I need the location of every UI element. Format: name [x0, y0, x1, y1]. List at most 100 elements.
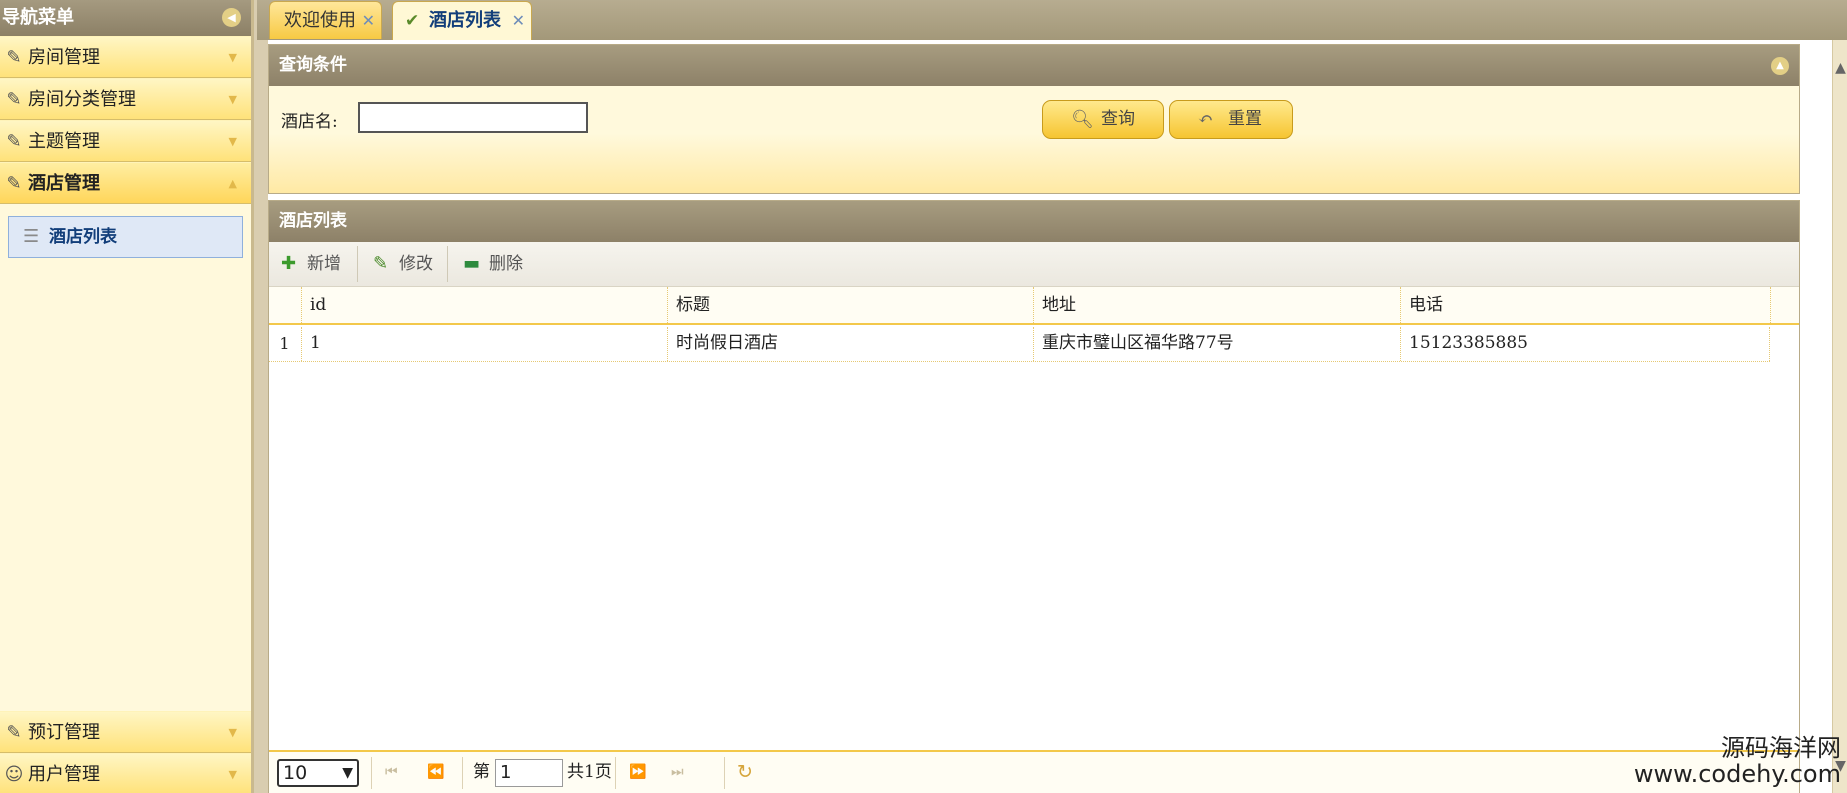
- pager-divider: [371, 757, 372, 789]
- sidebar-title-text: 导航菜单: [2, 7, 74, 28]
- query-panel-title: 查询条件: [279, 55, 347, 75]
- sidebar-group-theme[interactable]: ✎ 主题管理 ▼: [0, 120, 251, 162]
- rownum-header: [269, 287, 301, 323]
- chevron-down-icon[interactable]: ▼: [229, 754, 237, 793]
- undo-icon: ↶: [1198, 109, 1214, 130]
- collapse-left-icon[interactable]: ◀: [222, 8, 241, 27]
- search-button-label: 查询: [1101, 109, 1135, 129]
- tool-icon: ✎: [6, 173, 22, 194]
- sidebar-group-label: 主题管理: [28, 131, 100, 152]
- list-toolbar: ✚ 新增 ✎ 修改 ▬ 删除: [269, 242, 1799, 287]
- scroll-up-icon[interactable]: ▲: [1833, 60, 1847, 76]
- sidebar-bottom-groups: ✎ 预订管理 ▼ ☺ 用户管理 ▼: [0, 711, 251, 793]
- chevron-down-icon[interactable]: ▼: [229, 79, 237, 121]
- cell-title: 时尚假日酒店: [667, 327, 1033, 361]
- sidebar-group-hotel-body: ☰ 酒店列表: [0, 204, 251, 700]
- tab-bar: 欢迎使用 ✕ ✔ 酒店列表 ✕: [257, 0, 1847, 41]
- toolbar-divider: [357, 246, 358, 282]
- main-area: 欢迎使用 ✕ ✔ 酒店列表 ✕ 查询条件 ▲ 酒店名: 🔍︎ 查询 ↶ 重置 酒…: [257, 0, 1847, 793]
- toolbar-divider: [447, 246, 448, 282]
- edit-button[interactable]: ✎ 修改: [369, 242, 433, 286]
- query-panel: 查询条件 ▲ 酒店名: 🔍︎ 查询 ↶ 重置: [268, 44, 1800, 194]
- pagination-bar: 10 ▼ ⏮ ⏪ 第 1 共1页 ⏩ ⏭ ↻: [269, 750, 1799, 793]
- page-prefix: 第: [473, 762, 490, 782]
- cell-phone: 15123385885: [1400, 327, 1770, 361]
- tool-icon: ✎: [6, 131, 22, 152]
- delete-button-label: 删除: [489, 254, 523, 274]
- sidebar-group-label: 房间管理: [28, 47, 100, 68]
- chevron-down-icon: ▼: [342, 765, 353, 781]
- chevron-up-icon[interactable]: ▲: [229, 163, 237, 205]
- last-page-icon[interactable]: ⏭: [671, 752, 684, 793]
- pager-divider: [724, 757, 725, 789]
- sidebar-group-booking[interactable]: ✎ 预订管理 ▼: [0, 711, 251, 753]
- tab-content: 查询条件 ▲ 酒店名: 🔍︎ 查询 ↶ 重置 酒店列表 ✚ 新增 ✎ 修改 ▬ …: [268, 40, 1832, 793]
- page-number-input[interactable]: 1: [495, 759, 563, 787]
- sidebar-item-hotel-list[interactable]: ☰ 酒店列表: [8, 216, 243, 258]
- sidebar-group-room-category[interactable]: ✎ 房间分类管理 ▼: [0, 78, 251, 120]
- pager-divider: [615, 757, 616, 789]
- list-panel-title: 酒店列表: [279, 211, 347, 231]
- add-button-label: 新增: [307, 254, 341, 274]
- watermark-text: 源码海洋网: [1721, 734, 1841, 762]
- sidebar-group-hotel[interactable]: ✎ 酒店管理 ▲: [0, 162, 251, 204]
- hotel-name-label: 酒店名:: [281, 112, 338, 132]
- vertical-scrollbar[interactable]: ▲ ▼: [1832, 40, 1847, 793]
- refresh-icon[interactable]: ↻: [737, 752, 753, 793]
- sidebar-group-label: 用户管理: [28, 764, 100, 785]
- tool-icon: ✎: [6, 89, 22, 110]
- add-button[interactable]: ✚ 新增: [277, 242, 341, 286]
- page-size-value: 10: [283, 762, 308, 784]
- prev-page-icon[interactable]: ⏪: [427, 752, 444, 793]
- close-icon[interactable]: ✕: [512, 2, 525, 40]
- sidebar-group-label: 房间分类管理: [28, 89, 136, 110]
- hotel-name-input[interactable]: [358, 102, 588, 133]
- column-header-title[interactable]: 标题: [667, 287, 1033, 323]
- column-header-id[interactable]: id: [301, 287, 667, 323]
- pager-divider: [462, 757, 463, 789]
- pencil-icon: ✎: [373, 253, 389, 274]
- sidebar-group-room[interactable]: ✎ 房间管理 ▼: [0, 36, 251, 78]
- tab-label: 酒店列表: [429, 10, 501, 31]
- query-panel-header: 查询条件 ▲: [269, 45, 1799, 86]
- list-panel-header: 酒店列表: [269, 201, 1799, 242]
- database-icon: ☰: [23, 226, 40, 247]
- collapse-up-icon[interactable]: ▲: [1771, 57, 1789, 75]
- next-page-icon[interactable]: ⏩: [629, 752, 646, 793]
- tab-welcome[interactable]: 欢迎使用 ✕: [269, 1, 382, 39]
- column-header-filler: [1770, 287, 1799, 323]
- page-size-select[interactable]: 10 ▼: [277, 759, 359, 787]
- tab-hotel-list[interactable]: ✔ 酒店列表 ✕: [392, 1, 532, 41]
- sidebar-group-label: 酒店管理: [28, 173, 100, 194]
- chevron-down-icon[interactable]: ▼: [229, 37, 237, 79]
- row-number: 1: [279, 334, 290, 353]
- chevron-down-icon[interactable]: ▼: [229, 712, 237, 754]
- watermark: 源码海洋网 www.codehy.com: [1634, 736, 1841, 786]
- cell-address: 重庆市璧山区福华路77号: [1033, 327, 1400, 361]
- edit-button-label: 修改: [399, 254, 433, 274]
- reset-button[interactable]: ↶ 重置: [1169, 100, 1293, 139]
- sidebar-title: 导航菜单 ◀: [0, 0, 251, 36]
- cell-id: 1: [301, 327, 667, 361]
- column-header-address[interactable]: 地址: [1033, 287, 1400, 323]
- search-button[interactable]: 🔍︎ 查询: [1042, 100, 1164, 139]
- chevron-down-icon[interactable]: ▼: [229, 121, 237, 163]
- tool-icon: ✎: [6, 47, 22, 68]
- watermark-url: www.codehy.com: [1633, 760, 1841, 788]
- table-row[interactable]: 1 1 时尚假日酒店 重庆市璧山区福华路77号 15123385885: [269, 327, 1770, 362]
- reset-button-label: 重置: [1228, 109, 1262, 129]
- delete-button[interactable]: ▬ 删除: [459, 242, 523, 286]
- add-icon: ✚: [281, 253, 297, 274]
- sidebar-group-users[interactable]: ☺ 用户管理 ▼: [0, 753, 251, 793]
- hotel-list-panel: 酒店列表 ✚ 新增 ✎ 修改 ▬ 删除 id 标题 地址 电话 1 1 时尚假日…: [268, 200, 1800, 793]
- close-icon[interactable]: ✕: [362, 2, 375, 40]
- grid-header: id 标题 地址 电话: [269, 287, 1799, 325]
- search-icon: 🔍︎: [1071, 109, 1094, 130]
- sidebar-item-label: 酒店列表: [49, 227, 117, 247]
- sidebar-group-label: 预订管理: [28, 722, 100, 743]
- first-page-icon[interactable]: ⏮: [385, 752, 398, 793]
- page-total: 共1页: [567, 762, 612, 782]
- column-header-phone[interactable]: 电话: [1400, 287, 1770, 323]
- check-icon: ✔: [405, 11, 420, 31]
- sidebar: 导航菜单 ◀ ✎ 房间管理 ▼ ✎ 房间分类管理 ▼ ✎ 主题管理 ▼ ✎ 酒店…: [0, 0, 254, 793]
